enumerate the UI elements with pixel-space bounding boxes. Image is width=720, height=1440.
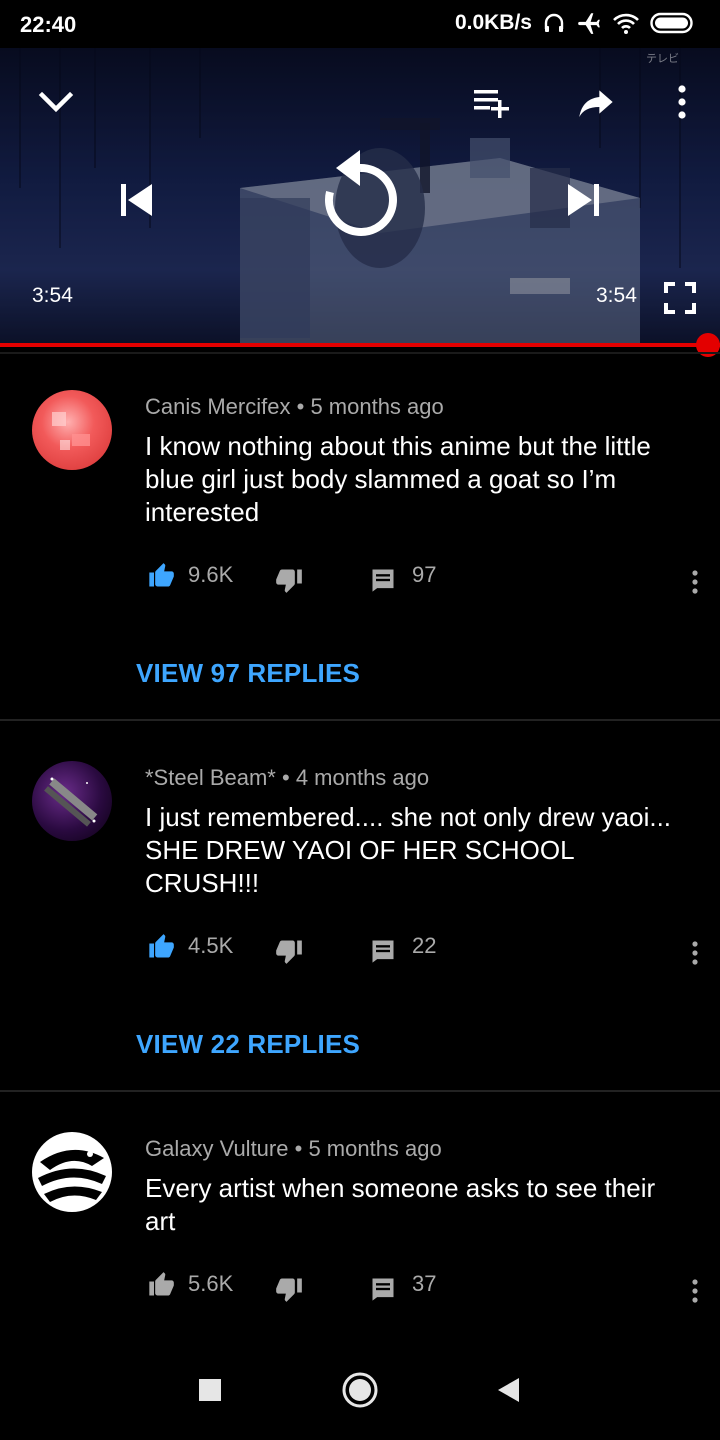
comment-more-icon[interactable] [685,937,705,969]
comment-author[interactable]: Canis Mercifex [145,394,290,419]
system-nav-bar [0,1340,720,1440]
comment-divider [0,719,720,721]
reply-count: 37 [412,1271,437,1296]
comment-text: Every artist when someone asks to see th… [145,1173,656,1236]
comment-age: 5 months ago [308,1136,442,1161]
dislike-icon[interactable] [273,1273,305,1305]
comment-item: Galaxy Vulture • 5 months ago Every arti… [0,1122,720,1322]
view-replies-link[interactable]: VIEW 22 REPLIES [136,1029,360,1060]
comment-meta: Galaxy Vulture • 5 months ago [145,1136,442,1162]
collapse-chevron-icon[interactable] [32,78,80,126]
share-icon[interactable] [572,78,620,126]
wifi-icon [612,11,640,35]
previous-icon[interactable] [108,172,164,228]
more-vert-icon[interactable] [658,78,706,126]
avatar[interactable] [32,761,112,841]
progress-bar[interactable] [0,343,720,347]
dislike-icon[interactable] [273,935,305,967]
comment-meta: *Steel Beam* • 4 months ago [145,765,429,791]
like-icon[interactable] [145,931,177,963]
meta-separator-dot: • [281,765,296,790]
comment-item: Canis Mercifex • 5 months ago I know not… [0,380,720,720]
fullscreen-icon[interactable] [660,278,700,318]
recents-square-icon[interactable] [190,1370,230,1410]
status-icons: 0.0KB/s [455,10,696,36]
like-count: 5.6K [188,1271,234,1296]
avatar[interactable] [32,390,112,470]
headphones-icon [542,11,566,35]
network-speed: 0.0KB/s [454,11,532,34]
like-count: 9.6K [188,562,234,587]
comment-divider [0,1090,720,1092]
view-replies-link[interactable]: VIEW 97 REPLIES [136,658,360,689]
status-time: 22:40 [20,12,77,37]
like-icon[interactable] [145,1269,177,1301]
comment-actions: 9.6K 97 [145,560,705,596]
player-separator [0,352,720,354]
current-time: 3:54 [32,284,73,307]
reply-icon[interactable] [367,935,399,967]
comment-text: I know nothing about this anime but the … [145,431,651,527]
replay-icon[interactable] [316,146,404,242]
battery-icon [650,11,696,35]
reply-icon[interactable] [367,1273,399,1305]
comment-more-icon[interactable] [685,566,705,598]
comment-author[interactable]: Galaxy Vulture [145,1136,288,1161]
comment-age: 5 months ago [310,394,444,419]
meta-separator-dot: • [294,1136,309,1161]
reply-count: 97 [412,562,437,587]
meta-separator-dot: • [296,394,311,419]
comment-item: *Steel Beam* • 4 months ago I just remem… [0,751,720,1091]
channel-watermark: テレビ [646,52,679,65]
add-to-queue-icon[interactable] [468,78,516,126]
back-triangle-icon[interactable] [488,1370,528,1410]
video-player[interactable]: テレビ 3:54 3:54 [0,48,720,344]
comment-actions: 4.5K 22 [145,931,705,967]
like-icon[interactable] [145,560,177,592]
comment-meta: Canis Mercifex • 5 months ago [145,394,444,420]
comment-author[interactable]: *Steel Beam* [145,765,276,790]
comment-text: I just remembered.... she not only drew … [145,802,672,898]
reply-count: 22 [412,933,437,958]
duration: 3:54 [596,284,637,307]
reply-icon[interactable] [367,564,399,596]
status-bar: 22:40 0.0KB/s [0,0,720,48]
next-icon[interactable] [556,172,612,228]
avatar[interactable] [32,1132,112,1212]
like-count: 4.5K [188,933,234,958]
home-circle-icon[interactable] [340,1370,380,1410]
dislike-icon[interactable] [273,564,305,596]
airplane-mode-icon [576,10,602,36]
comment-actions: 5.6K 37 [145,1269,705,1305]
comment-more-icon[interactable] [685,1275,705,1307]
comment-age: 4 months ago [295,765,430,790]
